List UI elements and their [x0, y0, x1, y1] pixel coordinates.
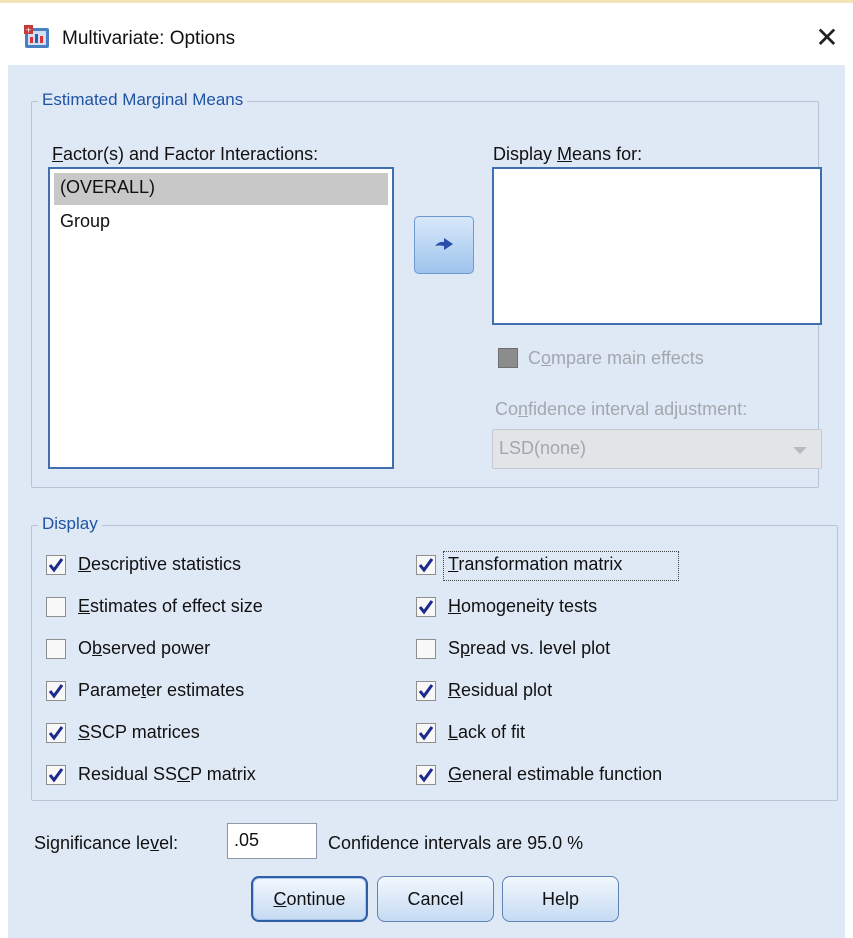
- svg-text:+: +: [25, 26, 32, 35]
- options-dialog: + Multivariate: Options ✕ Estimated Marg…: [0, 0, 853, 938]
- checkbox-left-2[interactable]: [46, 639, 66, 659]
- checkbox-label-left-4: SSCP matrices: [78, 722, 200, 742]
- checkbox-label-right-2: Spread vs. level plot: [448, 638, 611, 658]
- checkbox-right-2[interactable]: [416, 639, 436, 659]
- chevron-down-icon: [793, 447, 807, 454]
- checkbox-label-right-5: General estimable function: [448, 764, 663, 784]
- list-item[interactable]: (OVERALL): [54, 173, 388, 205]
- checkbox-label-right-4: Lack of fit: [448, 722, 526, 742]
- factors-listbox[interactable]: (OVERALL) Group: [48, 167, 394, 469]
- help-button[interactable]: Help: [502, 876, 619, 922]
- checkbox-label-right-3: Residual plot: [448, 680, 553, 700]
- close-button[interactable]: ✕: [807, 17, 847, 57]
- checkbox-right-0[interactable]: [416, 555, 436, 575]
- checkmark-icon: [418, 684, 434, 699]
- display-means-listbox[interactable]: [492, 167, 822, 325]
- close-icon: ✕: [815, 21, 839, 53]
- continue-button[interactable]: Continue: [251, 876, 368, 922]
- checkmark-icon: [48, 684, 64, 699]
- checkbox-label-left-1: Estimates of effect size: [78, 596, 263, 616]
- ci-adjustment-select[interactable]: LSD(none): [492, 429, 822, 469]
- checkbox-right-4[interactable]: [416, 723, 436, 743]
- ci-adjustment-label: Confidence interval adjustment:: [495, 399, 748, 419]
- significance-input[interactable]: .05: [227, 823, 317, 859]
- focus-indicator: [443, 551, 679, 581]
- checkbox-label-left-0: Descriptive statistics: [78, 554, 242, 574]
- window-title: Multivariate: Options: [62, 28, 236, 49]
- checkmark-icon: [418, 726, 434, 741]
- checkbox-right-1[interactable]: [416, 597, 436, 617]
- checkmark-icon: [48, 726, 64, 741]
- checkbox-label-left-5: Residual SSCP matrix: [78, 764, 256, 784]
- ci-adjustment-value: LSD(none): [499, 438, 587, 458]
- list-item-label: Group: [60, 211, 111, 231]
- display-group-title: Display: [38, 514, 102, 534]
- checkbox-label-left-2: Observed power: [78, 638, 211, 658]
- confidence-intervals-text: Confidence intervals are 95.0 %: [328, 833, 584, 853]
- checkbox-right-5[interactable]: [416, 765, 436, 785]
- cancel-button[interactable]: Cancel: [377, 876, 494, 922]
- help-label: Help: [541, 888, 580, 909]
- significance-value: .05: [234, 830, 260, 850]
- checkbox-left-3[interactable]: [46, 681, 66, 701]
- title-bar[interactable]: + Multivariate: Options ✕: [0, 3, 853, 65]
- checkmark-icon: [418, 558, 434, 573]
- checkbox-label-right-1: Homogeneity tests: [448, 596, 598, 616]
- compare-main-effects-label: Compare main effects: [528, 348, 704, 368]
- checkbox-left-1[interactable]: [46, 597, 66, 617]
- checkbox-left-0[interactable]: [46, 555, 66, 575]
- arrow-right-icon: [435, 238, 453, 250]
- checkmark-icon: [48, 768, 64, 783]
- checkbox-left-5[interactable]: [46, 765, 66, 785]
- move-right-button[interactable]: [414, 216, 474, 274]
- display-means-label: Display Means for:: [493, 144, 643, 164]
- factors-label: Factor(s) and Factor Interactions:: [52, 144, 319, 164]
- checkmark-icon: [418, 768, 434, 783]
- checkmark-icon: [418, 600, 434, 615]
- checkmark-icon: [48, 558, 64, 573]
- list-item-label: (OVERALL): [60, 177, 156, 197]
- checkbox-label-left-3: Parameter estimates: [78, 680, 245, 700]
- emm-group-title: Estimated Marginal Means: [38, 90, 248, 110]
- cancel-label: Cancel: [407, 888, 464, 909]
- spss-app-icon: +: [24, 25, 49, 48]
- significance-label: Significance level:: [34, 833, 179, 853]
- dialog-body: Estimated Marginal Means Factor(s) and F…: [8, 65, 845, 938]
- checkbox-left-4[interactable]: [46, 723, 66, 743]
- checkbox-right-3[interactable]: [416, 681, 436, 701]
- compare-main-effects-checkbox[interactable]: [498, 348, 518, 368]
- list-item[interactable]: Group: [54, 207, 388, 239]
